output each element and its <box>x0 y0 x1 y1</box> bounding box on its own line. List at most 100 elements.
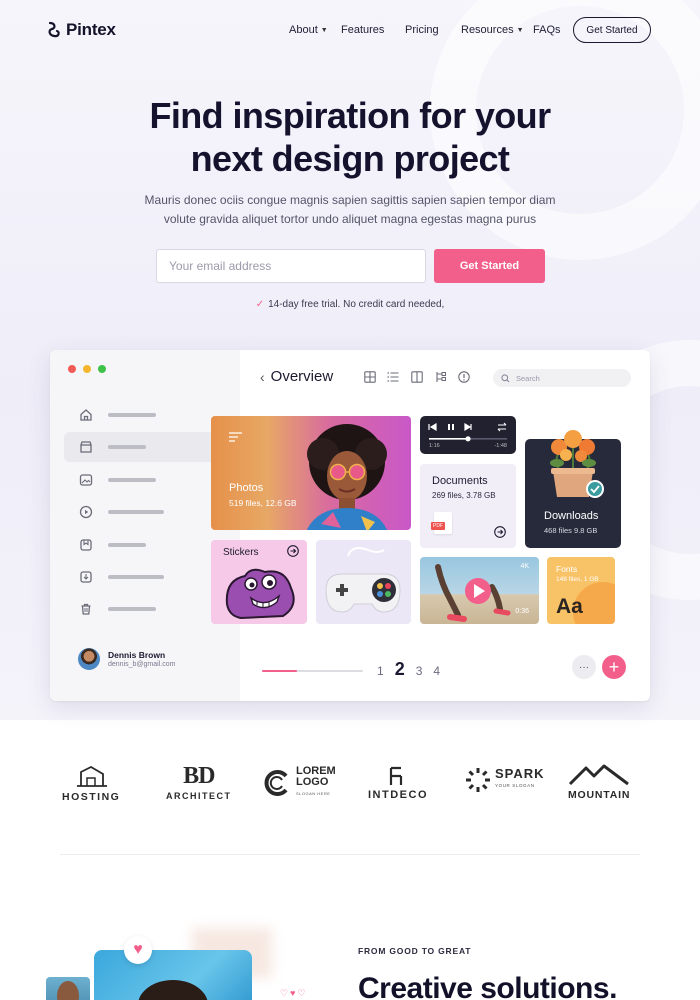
maximize-dot-icon[interactable] <box>98 365 106 373</box>
menu-lines-icon <box>229 432 242 442</box>
page-link[interactable]: 1 <box>377 664 384 678</box>
user-name: Dennis Brown <box>108 650 166 660</box>
page-progress-fill <box>262 670 298 672</box>
nav-item-resources[interactable]: Resources ▼ <box>461 24 524 36</box>
nav-item-pricing[interactable]: Pricing <box>405 24 439 36</box>
hero-title: Find inspiration for your next design pr… <box>0 94 700 180</box>
stickers-card[interactable]: Stickers <box>211 540 307 624</box>
mountain-logo-icon <box>569 764 629 786</box>
download-icon <box>78 569 94 585</box>
brand-logo[interactable]: Pintex <box>46 20 116 40</box>
player-progress-fill <box>429 438 468 440</box>
hero-subtitle-line: volute gravida aliquet tortor undo aliqu… <box>163 212 537 226</box>
section-divider <box>60 854 640 855</box>
pintex-logo-icon <box>48 21 60 38</box>
small-hearts-icon: ♡♥♡ <box>280 988 308 998</box>
downloads-card[interactable]: Downloads 468 files 9.8 GB <box>525 430 621 548</box>
documents-card[interactable]: Documents 269 files, 3.78 GB PDF <box>420 464 516 548</box>
page-link[interactable]: 4 <box>433 664 440 678</box>
font-sample: Aa <box>556 595 583 618</box>
video-duration: 0:36 <box>515 608 529 615</box>
get-started-nav-button[interactable]: Get Started <box>573 17 651 43</box>
minimize-dot-icon[interactable] <box>83 365 91 373</box>
logo-tagline: SLOGAN HERE <box>296 791 331 796</box>
arrow-right-circle-icon[interactable] <box>494 526 506 538</box>
card-title: Downloads <box>544 510 599 522</box>
sidebar-label-placeholder <box>108 575 164 579</box>
chevron-left-icon[interactable]: ‹ <box>260 369 265 385</box>
play-circle-icon <box>78 504 94 520</box>
video-card[interactable]: 4K 0:36 <box>420 557 539 624</box>
logo-text: HOSTING <box>62 791 121 803</box>
section-eyebrow: FROM GOOD TO GREAT <box>358 946 472 956</box>
logo-intdeco[interactable]: INTDECO <box>368 766 428 801</box>
info-icon[interactable] <box>458 371 470 383</box>
card-meta: 148 files, 1 GB <box>556 576 599 583</box>
logo-lorem[interactable]: LOREM LOGO SLOGAN HERE <box>262 766 336 799</box>
page-progress-bar <box>262 670 363 672</box>
logo-text: MOUNTAIN <box>568 789 631 801</box>
columns-view-icon[interactable] <box>411 371 423 383</box>
top-navigation: Pintex About ▼ Features Pricing Resource… <box>0 0 700 62</box>
logo-mountain[interactable]: MOUNTAIN <box>568 764 630 801</box>
page-link[interactable]: 3 <box>416 664 423 678</box>
logo-architect[interactable]: BD ARCHITECT <box>166 764 232 801</box>
check-icon: ✓ <box>255 299 265 310</box>
nav-item-faqs[interactable]: FAQs <box>533 24 561 36</box>
sidebar-label-placeholder <box>108 445 146 449</box>
close-dot-icon[interactable] <box>68 365 76 373</box>
brand-name: Pintex <box>66 20 116 39</box>
gamepad-image <box>325 547 401 613</box>
person-head-image <box>138 980 208 1000</box>
logo-hosting[interactable]: HOSTING <box>62 766 120 803</box>
music-player-card[interactable]: 1:16 -1:48 <box>420 416 516 454</box>
section-headline: Creative solutions. <box>358 972 617 1000</box>
partner-logos: HOSTING BD ARCHITECT LOREM LOGO SLOGAN H… <box>0 760 700 810</box>
trash-icon <box>78 601 94 617</box>
chevron-down-icon: ▼ <box>320 26 328 34</box>
page-link-current[interactable]: 2 <box>395 659 405 680</box>
logo-spark[interactable]: SPARK YOUR SLOGAN <box>464 766 545 794</box>
player-scrubber[interactable] <box>465 436 471 442</box>
app-mockup: Dennis Brown dennis_b@gmail.com ‹ Overvi… <box>50 350 650 701</box>
hero-subtitle: Mauris donec ociis congue magnis sapien … <box>120 191 580 229</box>
email-input[interactable]: Your email address <box>156 249 426 283</box>
nav-item-features[interactable]: Features <box>341 24 384 36</box>
search-input[interactable]: Search <box>493 369 631 387</box>
arrow-right-circle-icon[interactable] <box>287 545 299 557</box>
get-started-button[interactable]: Get Started <box>434 249 545 283</box>
monster-sticker-image <box>225 568 295 620</box>
grid-view-icon[interactable] <box>364 371 376 383</box>
sidebar-label-placeholder <box>108 543 146 547</box>
hero-subtitle-line: Mauris donec ociis congue magnis sapien … <box>144 193 556 207</box>
avatar <box>78 648 100 670</box>
logo-mark: BD <box>183 763 215 789</box>
video-quality-badge: 4K <box>520 563 529 570</box>
user-email: dennis_b@gmail.com <box>108 661 176 668</box>
heart-icon[interactable]: ♥ <box>124 936 152 964</box>
archive-icon <box>78 439 94 455</box>
pool-photo <box>94 950 252 1000</box>
logo-tagline: YOUR SLOGAN <box>495 783 535 788</box>
photos-card[interactable]: Photos 519 files, 12.6 GB <box>211 416 411 530</box>
logo-text: INTDECO <box>368 789 428 801</box>
more-button[interactable]: ··· <box>572 655 596 679</box>
sidebar-label-placeholder <box>108 413 156 417</box>
add-button[interactable]: + <box>602 655 626 679</box>
list-view-icon[interactable] <box>387 371 399 383</box>
card-title: Documents <box>432 475 488 487</box>
user-profile[interactable]: Dennis Brown dennis_b@gmail.com <box>78 648 175 670</box>
person-thumbnail <box>46 977 90 1000</box>
nav-item-about[interactable]: About ▼ <box>289 24 328 36</box>
card-title: Fonts <box>556 564 578 574</box>
fonts-card[interactable]: Fonts 148 files, 1 GB Aa <box>547 557 615 624</box>
card-meta: 269 files, 3.78 GB <box>432 491 496 500</box>
bookmark-icon <box>78 537 94 553</box>
pagination: 1 2 3 4 <box>377 659 440 680</box>
trial-note: ✓ 14-day free trial. No credit card neede… <box>0 299 700 310</box>
nav-item-label: Pricing <box>405 24 439 36</box>
gamepad-card[interactable] <box>316 540 411 624</box>
circular-logo-icon <box>264 769 288 796</box>
logo-text: SPARK <box>495 766 545 781</box>
hierarchy-icon[interactable] <box>435 371 447 383</box>
